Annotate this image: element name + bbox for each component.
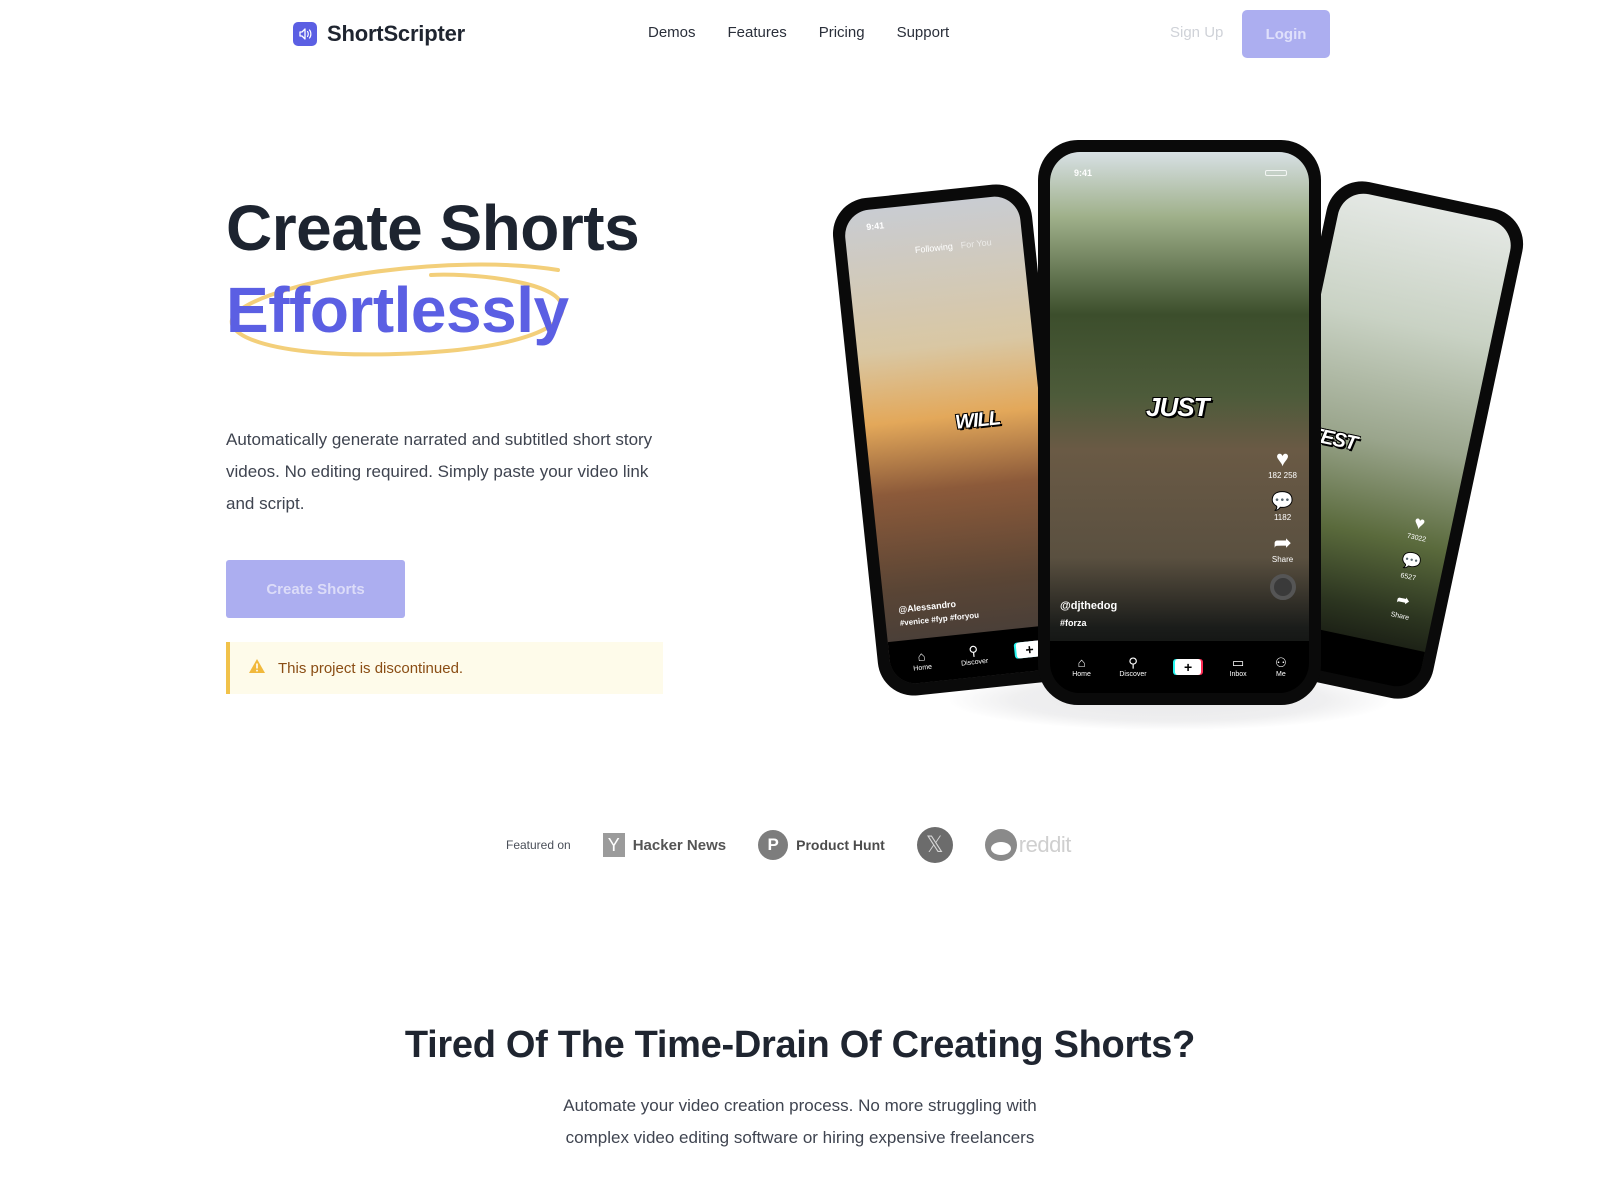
profile-icon: ⚇ <box>1275 655 1287 670</box>
share-action: ➦ Share <box>1389 591 1412 622</box>
search-icon: ⚲ <box>1128 655 1138 670</box>
hacker-news-label: Hacker News <box>632 836 727 854</box>
comment-icon: 💬 <box>1271 491 1294 511</box>
brand-name: ShortScripter <box>327 21 465 46</box>
product-hunt-icon: P <box>758 830 789 860</box>
alert-text: This project is discontinued. <box>278 659 464 677</box>
phone-mockups: 9:41 Following For You WILL @Alessandro … <box>829 130 1530 750</box>
subtitle-caption: WILL <box>954 407 1001 434</box>
featured-label: Featured on <box>506 838 571 852</box>
share-icon: ➦ <box>1394 591 1412 611</box>
comment-action: 💬 6527 <box>1399 551 1423 583</box>
nav-discover: ⚲ Discover <box>1119 655 1147 678</box>
nav-home: ⌂ Home <box>1072 655 1091 678</box>
tab-for-you: For You <box>960 237 993 251</box>
featured-x[interactable]: 𝕏 <box>916 827 953 863</box>
app-bottom-nav: ⌂ Home ⚲ Discover + ▭ Inbox ⚇ Me <box>1050 641 1309 693</box>
product-hunt-label: Product Hunt <box>796 837 885 853</box>
nav-support[interactable]: Support <box>897 24 950 41</box>
status-time: 9:41 <box>865 220 885 233</box>
status-time: 9:41 <box>1074 168 1093 178</box>
warning-icon <box>248 658 266 679</box>
comment-action: 💬 1182 <box>1271 491 1294 522</box>
featured-on-bar: Featured on Y Hacker News P Product Hunt… <box>506 827 1103 863</box>
subtitle-caption: JUST <box>1146 392 1209 422</box>
hero-title: Create Shorts <box>226 192 640 264</box>
like-action: ♥ 73022 <box>1406 512 1427 544</box>
video-username: @djthedog <box>1060 600 1118 612</box>
search-icon: ⚲ <box>967 642 979 659</box>
brand-logo[interactable]: ShortScripter <box>293 21 465 47</box>
heart-icon: ♥ <box>1276 446 1290 471</box>
music-disc-icon <box>1269 574 1296 600</box>
share-icon: ➦ <box>1273 530 1292 555</box>
video-screen-left: 9:41 Following For You WILL @Alessandro … <box>842 194 1068 686</box>
video-username: @Alessandro <box>897 598 957 615</box>
hero-description: Automatically generate narrated and subt… <box>226 430 653 513</box>
reddit-icon <box>984 829 1017 861</box>
nav-inbox: ▭Inbox <box>1229 655 1247 678</box>
home-icon: ⌂ <box>916 648 927 665</box>
home-icon: ⌂ <box>1077 655 1086 670</box>
video-screen-center: 9:41 JUST ♥ 182 258 💬 1182 ➦ Share @djthedo… <box>1050 152 1309 693</box>
main-nav: Demos Features Pricing Support <box>648 24 949 41</box>
nav-discover: ⚲ Discover <box>960 642 989 668</box>
nav-pricing[interactable]: Pricing <box>819 24 865 41</box>
battery-icon <box>1265 170 1287 176</box>
featured-reddit[interactable]: reddit <box>984 829 1072 861</box>
inbox-icon: ▭ <box>1231 655 1245 670</box>
nav-features[interactable]: Features <box>728 24 787 41</box>
comment-icon: 💬 <box>1399 551 1423 573</box>
heart-icon: ♥ <box>1412 512 1427 534</box>
signup-link[interactable]: Sign Up <box>1170 24 1223 41</box>
tab-following: Following <box>914 241 954 256</box>
nav-home: ⌂ Home <box>913 648 933 673</box>
share-action: ➦ Share <box>1271 530 1294 565</box>
create-shorts-button[interactable]: Create Shorts <box>226 560 405 618</box>
section-description: Automate your video creation process. No… <box>563 1096 1037 1147</box>
featured-hacker-news[interactable]: Y Hacker News <box>602 833 727 857</box>
phone-center: 9:41 JUST ♥ 182 258 💬 1182 ➦ Share @djthedo… <box>1038 140 1321 705</box>
reddit-label: reddit <box>1018 832 1072 857</box>
video-actions: ♥ 182 258 💬 1182 ➦ Share <box>1268 448 1297 600</box>
nav-demos[interactable]: Demos <box>648 24 696 41</box>
create-plus-icon: + <box>1175 659 1202 675</box>
video-actions: ♥ 73022 💬 6527 ➦ Share <box>1389 510 1431 622</box>
login-button[interactable]: Login <box>1242 10 1330 58</box>
section-title: Tired Of The Time-Drain Of Creating Shor… <box>404 1024 1196 1066</box>
like-action: ♥ 182 258 <box>1268 446 1297 481</box>
site-header: ShortScripter Demos Features Pricing Sup… <box>0 0 1600 70</box>
hero-title-accent: Effortlessly <box>226 274 569 346</box>
feed-tabs: Following For You <box>914 237 992 255</box>
x-logo-icon: 𝕏 <box>916 827 953 863</box>
hacker-news-icon: Y <box>602 833 625 857</box>
video-tags: #forza <box>1060 618 1087 628</box>
speaker-icon <box>293 22 317 46</box>
nav-me: ⚇Me <box>1275 655 1287 678</box>
discontinued-alert: This project is discontinued. <box>226 642 663 694</box>
featured-product-hunt[interactable]: P Product Hunt <box>758 830 885 860</box>
